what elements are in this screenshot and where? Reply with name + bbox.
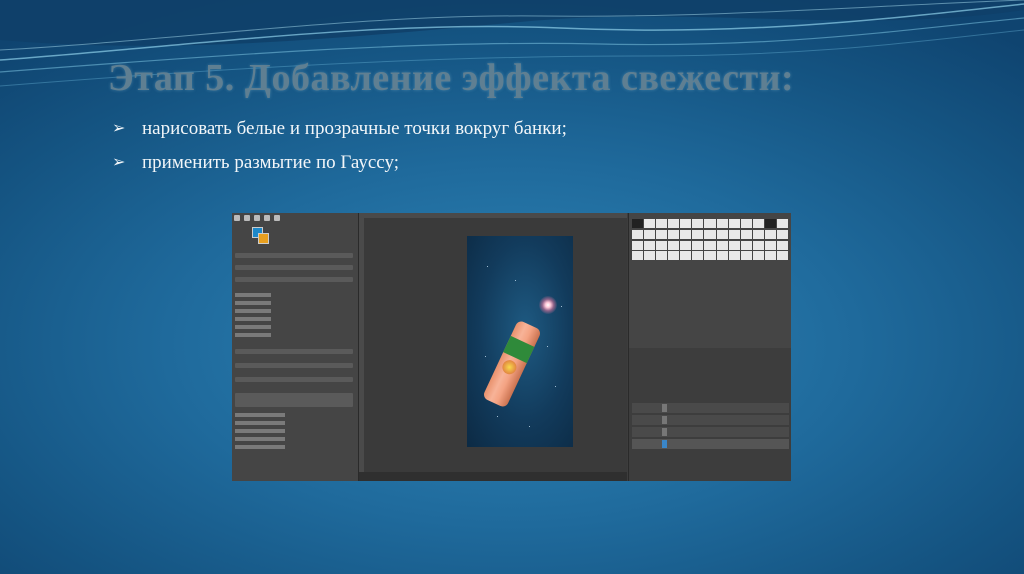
bullet-text: нарисовать белые и прозрачные точки вокр…: [142, 118, 567, 139]
layer-row: [632, 403, 789, 413]
option-row: [235, 293, 271, 297]
option-row: [235, 421, 285, 425]
layers-panel: [629, 348, 791, 481]
layer-row: [632, 439, 789, 449]
tool-icon: [274, 215, 280, 221]
layer-row: [632, 415, 789, 425]
option-row: [235, 325, 271, 329]
option-row: [235, 277, 353, 282]
option-row: [235, 363, 353, 368]
tool-options-dock: [232, 213, 359, 481]
tool-icon: [264, 215, 270, 221]
option-row: [235, 333, 271, 337]
tool-icon: [244, 215, 250, 221]
bullet-list: ➢ нарисовать белые и прозрачные точки во…: [112, 116, 567, 184]
option-row: [235, 265, 353, 270]
option-row: [235, 317, 271, 321]
background-color-icon: [258, 233, 269, 244]
slide-title: Этап 5. Добавление эффекта свежести:: [108, 57, 795, 99]
image-canvas: [359, 213, 627, 481]
option-row: [235, 349, 353, 354]
option-row: [235, 393, 353, 407]
gimp-screenshot: [232, 213, 791, 481]
toolbox: [234, 215, 280, 223]
brushes-layers-dock: [628, 213, 791, 481]
sparkle-glow: [539, 296, 557, 314]
option-row: [235, 445, 285, 449]
option-row: [235, 301, 271, 305]
option-row: [235, 377, 353, 382]
tool-icon: [234, 215, 240, 221]
brushes-panel: [632, 219, 788, 261]
option-row: [235, 429, 285, 433]
arrow-bullet-icon: ➢: [112, 120, 126, 137]
status-bar: [359, 472, 627, 481]
option-row: [235, 413, 285, 417]
soda-can: [482, 319, 542, 409]
option-row: [235, 253, 353, 258]
can-image: [467, 236, 573, 447]
ruler: [359, 213, 364, 481]
ruler: [359, 213, 627, 218]
bullet-item: ➢ нарисовать белые и прозрачные точки во…: [112, 116, 567, 150]
tool-icon: [254, 215, 260, 221]
option-row: [235, 309, 271, 313]
arrow-bullet-icon: ➢: [112, 154, 126, 171]
bullet-item: ➢ применить размытие по Гауссу;: [112, 150, 567, 184]
layer-row: [632, 427, 789, 437]
option-row: [235, 437, 285, 441]
bullet-text: применить размытие по Гауссу;: [142, 152, 400, 173]
